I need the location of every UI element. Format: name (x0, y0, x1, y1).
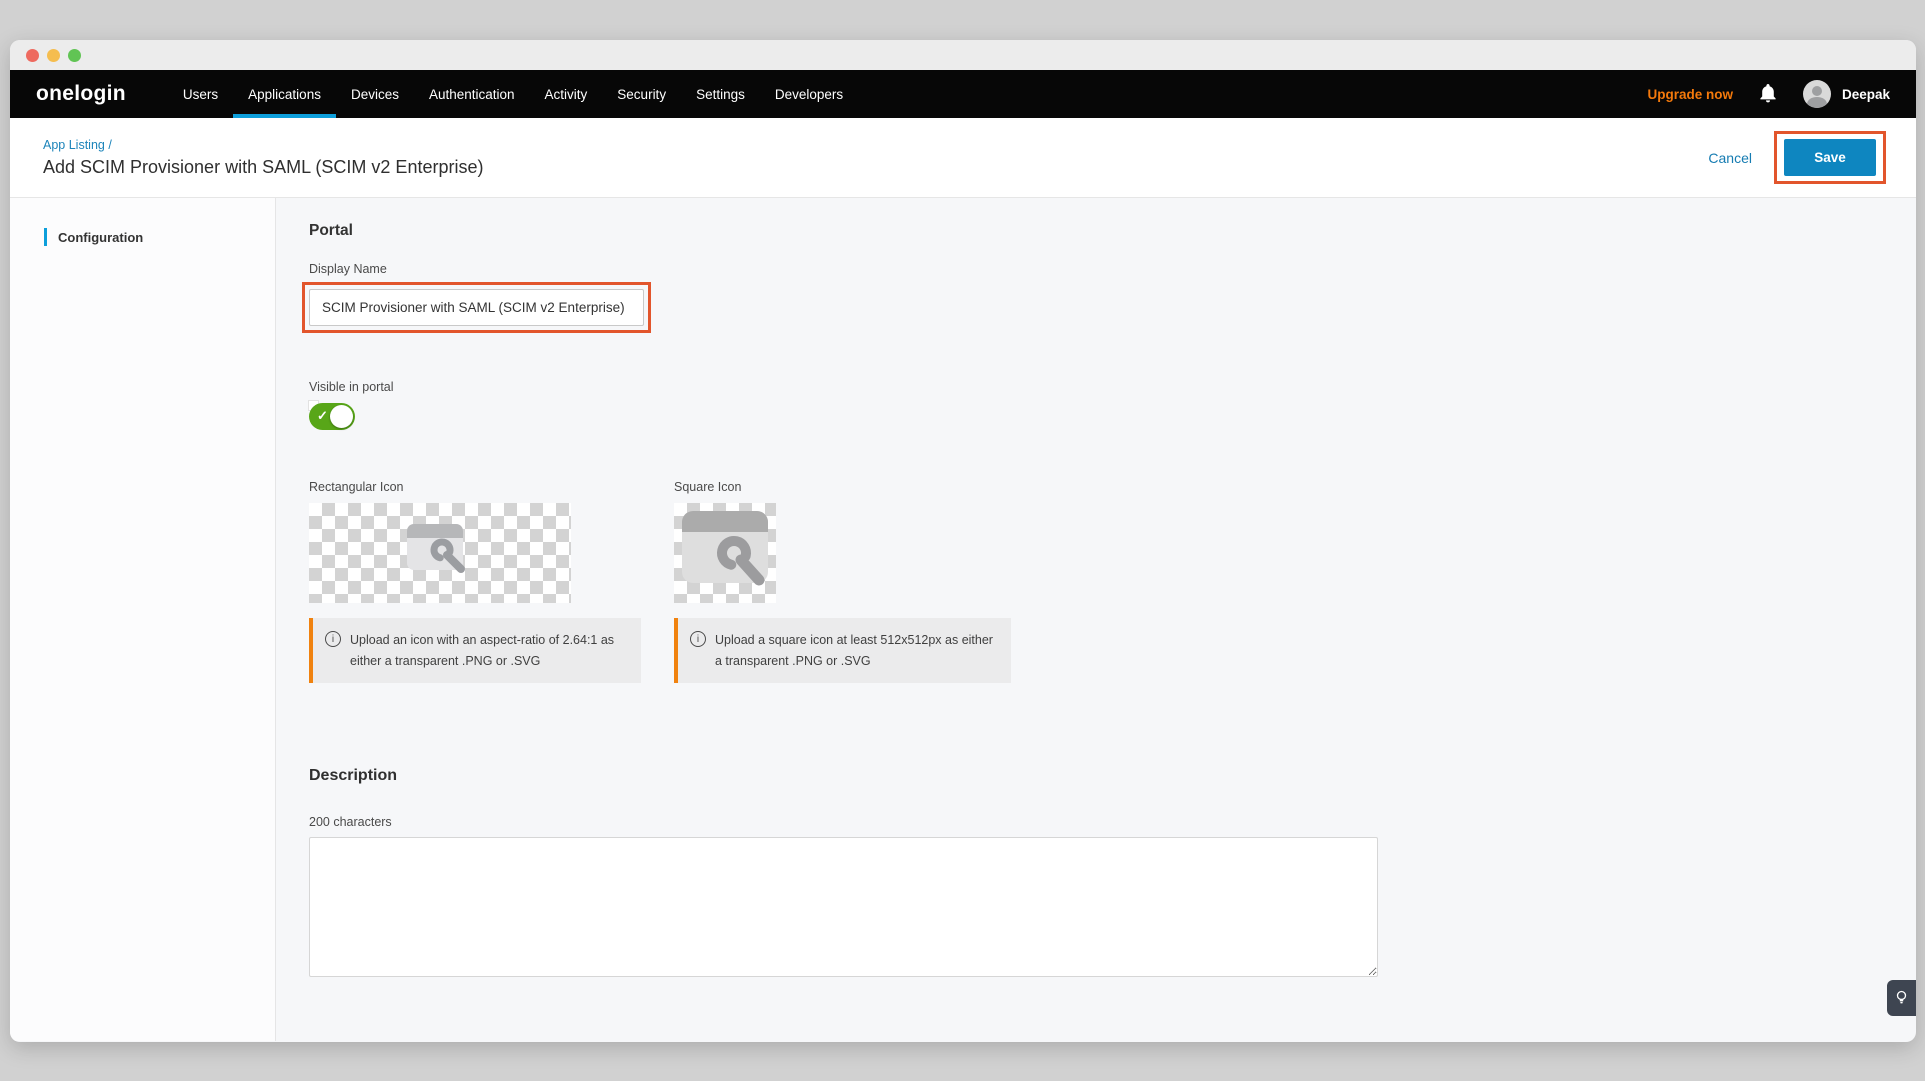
rectangular-icon-note: i Upload an icon with an aspect-ratio of… (309, 618, 641, 683)
square-icon-block: Square Icon i Upload a (674, 480, 1011, 683)
lightbulb-icon (1894, 989, 1909, 1007)
user-menu[interactable]: Deepak (1803, 80, 1890, 108)
active-indicator-bar (44, 228, 47, 246)
save-button[interactable]: Save (1784, 139, 1876, 176)
user-name: Deepak (1842, 87, 1890, 102)
rectangular-icon-label: Rectangular Icon (309, 480, 674, 494)
app-wrench-placeholder-icon (677, 506, 773, 600)
window-controls (26, 49, 81, 62)
nav-item-activity[interactable]: Activity (530, 70, 603, 118)
info-icon: i (325, 631, 341, 647)
minimize-window-button[interactable] (47, 49, 60, 62)
description-section-heading: Description (309, 767, 1916, 785)
annotation-highlight-display-name (302, 282, 651, 333)
square-icon-note-text: Upload a square icon at least 512x512px … (715, 630, 995, 671)
nav-item-settings[interactable]: Settings (681, 70, 760, 118)
breadcrumb[interactable]: App Listing / (43, 138, 483, 152)
nav-item-developers[interactable]: Developers (760, 70, 858, 118)
sidebar-item-label: Configuration (58, 230, 143, 245)
upgrade-now-link[interactable]: Upgrade now (1647, 87, 1733, 102)
rectangular-icon-dropzone[interactable] (309, 503, 571, 603)
onelogin-logo[interactable]: onelogin (36, 82, 126, 106)
rectangular-icon-note-text: Upload an icon with an aspect-ratio of 2… (350, 630, 625, 671)
nav-item-authentication[interactable]: Authentication (414, 70, 530, 118)
square-icon-note: i Upload a square icon at least 512x512p… (674, 618, 1011, 683)
main-content: Portal Display Name Visible in portal ✓ … (276, 198, 1916, 1041)
square-icon-dropzone[interactable] (674, 503, 776, 603)
visible-in-portal-label: Visible in portal (309, 380, 1916, 394)
header-actions: Cancel Save (1708, 131, 1886, 184)
nav-item-security[interactable]: Security (602, 70, 681, 118)
square-icon-label: Square Icon (674, 480, 1011, 494)
app-window: onelogin Users Applications Devices Auth… (10, 40, 1916, 1042)
character-count-label: 200 characters (309, 815, 1916, 829)
page-title: Add SCIM Provisioner with SAML (SCIM v2 … (43, 157, 483, 178)
display-name-input[interactable] (309, 289, 644, 326)
nav-item-applications[interactable]: Applications (233, 70, 336, 118)
window-titlebar (10, 40, 1916, 70)
annotation-highlight-save: Save (1774, 131, 1886, 184)
top-nav: onelogin Users Applications Devices Auth… (10, 70, 1916, 118)
close-window-button[interactable] (26, 49, 39, 62)
visible-in-portal-toggle[interactable]: ✓ (309, 403, 355, 430)
nav-item-users[interactable]: Users (168, 70, 233, 118)
toggle-on-track: ✓ (309, 403, 355, 430)
description-textarea[interactable] (309, 837, 1378, 977)
toggle-knob (330, 405, 353, 428)
sidebar-item-configuration[interactable]: Configuration (10, 228, 275, 246)
icon-upload-row: Rectangular Icon i Uplo (309, 480, 1916, 683)
rectangular-icon-block: Rectangular Icon i Uplo (309, 480, 674, 683)
cancel-button[interactable]: Cancel (1708, 150, 1752, 166)
app-wrench-placeholder-icon (395, 514, 485, 592)
page-body: Configuration Portal Display Name Visibl… (10, 198, 1916, 1041)
maximize-window-button[interactable] (68, 49, 81, 62)
sidebar: Configuration (10, 198, 276, 1041)
page-header-titles: App Listing / Add SCIM Provisioner with … (43, 138, 483, 178)
nav-item-devices[interactable]: Devices (336, 70, 414, 118)
help-lightbulb-button[interactable] (1887, 980, 1916, 1016)
check-icon: ✓ (317, 409, 328, 422)
user-avatar (1803, 80, 1831, 108)
info-icon: i (690, 631, 706, 647)
nav-right-controls: Upgrade now Deepak (1647, 80, 1890, 108)
portal-section-heading: Portal (309, 222, 1916, 240)
display-name-label: Display Name (309, 262, 1916, 276)
nav-menu: Users Applications Devices Authenticatio… (168, 70, 858, 118)
notifications-bell-icon[interactable] (1759, 84, 1777, 104)
page-header: App Listing / Add SCIM Provisioner with … (10, 118, 1916, 198)
